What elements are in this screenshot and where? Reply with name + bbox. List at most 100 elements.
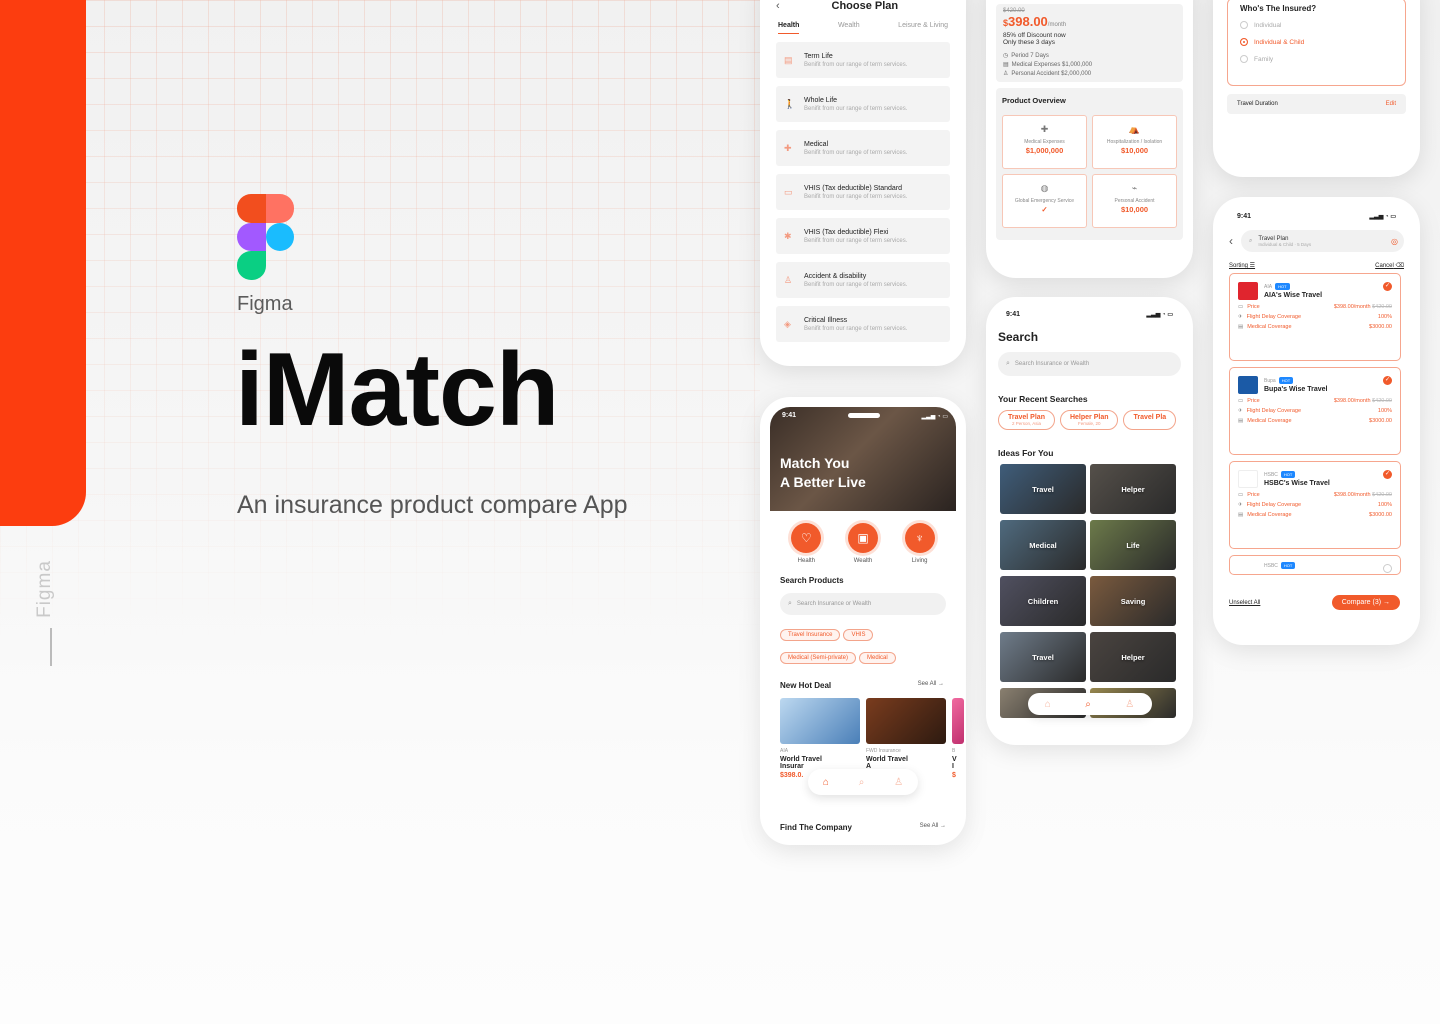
compare-plan-card[interactable]: ✓ AIA HOT AIA's Wise Travel ▭ Price $398.00/mo… (1229, 273, 1401, 361)
accent-bar (0, 0, 86, 526)
category-button[interactable]: ♆ Living (904, 523, 935, 564)
overview-title: Product Overview (1002, 96, 1066, 105)
product-chip[interactable]: Medical (Semi-private) (780, 652, 857, 664)
category-button[interactable]: ▣ Wealth (847, 523, 878, 564)
idea-tile[interactable]: Life (1090, 520, 1176, 570)
plan-item[interactable]: ▭ VHIS (Tax deductible) Standard Benifit f… (776, 174, 950, 210)
idea-tile[interactable]: Medical (1000, 520, 1086, 570)
card-icon: ▭ (784, 186, 793, 197)
product-chip[interactable]: Travel Insurance (780, 629, 841, 641)
profile-nav-icon[interactable]: ♙ (1125, 699, 1134, 710)
plan-item-desc: Benifit from our range of term services. (804, 193, 908, 200)
plan-item[interactable]: ▤ Term Life Benifit from our range of term… (776, 42, 950, 78)
see-all-link[interactable]: See All → (918, 681, 944, 690)
home-search-input[interactable]: ⌕ Search Insurance or Wealth (780, 593, 946, 615)
recent-search-chip[interactable]: Helper Plan Female, 20 (1059, 410, 1119, 430)
insured-option[interactable]: Individual (1240, 21, 1393, 29)
hero-line-2: A Better Live (780, 474, 866, 490)
checkbox-icon[interactable]: ✓ (1383, 282, 1392, 291)
idea-tile[interactable]: Children (1000, 576, 1086, 626)
recent-title: Your Recent Searches (998, 394, 1088, 404)
figma-logo-icon (237, 194, 294, 280)
idea-tile[interactable]: Saving (1090, 576, 1176, 626)
radio-icon[interactable] (1240, 55, 1248, 63)
product-detail-row: ◷ Period 7 Days (1003, 53, 1049, 59)
phone-product-detail: $420.00 $398.00/month 85% off Discount n… (986, 0, 1193, 278)
idea-tile[interactable]: Travel (1000, 464, 1086, 514)
ideas-title: Ideas For You (998, 448, 1054, 458)
search-products-title: Search Products (780, 576, 844, 585)
home-nav-icon[interactable]: ⌂ (1045, 699, 1051, 710)
plan-item-desc: Benifit from our range of term services. (804, 281, 908, 288)
phone-home: 9:41 ▂▃▅ ◔ ▭ Match You A Better Live ♡ He… (760, 397, 966, 845)
plan-item[interactable]: ✚ Medical Benifit from our range of term s… (776, 130, 950, 166)
cancel-link[interactable]: Cancel ⌫ (1375, 262, 1404, 269)
insured-option[interactable]: Family (1240, 55, 1393, 63)
product-chip[interactable]: Medical (859, 652, 896, 664)
edit-link[interactable]: Edit (1386, 101, 1396, 107)
overview-value: $10,000 (1120, 146, 1149, 155)
back-icon[interactable]: ‹ (1229, 234, 1233, 248)
category-button[interactable]: ♡ Health (791, 523, 822, 564)
deal-image (952, 698, 964, 744)
tab-wealth[interactable]: Wealth (838, 22, 860, 34)
idea-tile[interactable]: Helper (1090, 464, 1176, 514)
hero-banner: 9:41 ▂▃▅ ◔ ▭ Match You A Better Live (770, 407, 956, 511)
radio-icon[interactable] (1240, 38, 1248, 46)
compare-plan-card[interactable]: ✓ HSBC HOT HSBC's Wise Travel ▭ Price $398.00/… (1229, 461, 1401, 549)
idea-tile[interactable]: Helper (1090, 632, 1176, 682)
overview-label: Medical Expenses (1024, 139, 1065, 145)
overview-icon: ✚ (1040, 124, 1049, 134)
search-nav-icon[interactable]: ⌕ (1085, 699, 1091, 710)
profile-nav-icon[interactable]: ♙ (894, 777, 903, 788)
idea-tile[interactable]: Travel (1000, 632, 1086, 682)
checkbox-icon[interactable] (1383, 564, 1392, 573)
compare-row: ▤ Medical Coverage $3000.00 (1238, 418, 1392, 424)
deal-card[interactable]: B V I $ (952, 698, 964, 779)
compare-row: ▭ Price $398.00/month $420.00 (1238, 398, 1392, 404)
plan-name: Bupa's Wise Travel (1264, 386, 1328, 393)
plan-item[interactable]: ✱ VHIS (Tax deductible) Flexi Benifit from… (776, 218, 950, 254)
compare-row: ✈ Flight Delay Coverage 100% (1238, 314, 1392, 320)
company-logo-icon (1238, 470, 1258, 488)
filter-icon[interactable]: ◎ (1391, 237, 1398, 246)
plan-item[interactable]: ♙ Accident & disability Benifit from our r… (776, 262, 950, 298)
urgency-text: Only these 3 days (1003, 39, 1056, 46)
sorting-link[interactable]: Sorting ☰ (1229, 262, 1255, 269)
radio-icon[interactable] (1240, 21, 1248, 29)
travel-duration-row[interactable]: Travel Duration Edit (1227, 94, 1406, 114)
walking-icon: 🚶 (784, 98, 796, 109)
overview-label: Global Emergency Service (1014, 198, 1075, 204)
deal-card[interactable]: FWD Insurance World Travel A (866, 698, 946, 779)
unselect-all-link[interactable]: Unselect All (1229, 600, 1260, 606)
overview-value: $10,000 (1120, 205, 1149, 214)
plan-list: ▤ Term Life Benifit from our range of term… (776, 42, 950, 342)
compare-button[interactable]: Compare (3) → (1331, 595, 1400, 610)
home-nav-icon[interactable]: ⌂ (823, 777, 829, 788)
side-divider (50, 628, 52, 666)
compare-plan-card[interactable]: ✓ Bupa HOT Bupa's Wise Travel ▭ Price $398.00/… (1229, 367, 1401, 455)
see-all-company-link[interactable]: See All → (920, 823, 946, 832)
deal-card[interactable]: AIA World Travel Insurar $398.0. (780, 698, 860, 779)
insured-option[interactable]: Individual & Child (1240, 38, 1393, 46)
compare-plan-card[interactable]: HSBC HOT (1229, 555, 1401, 575)
plan-item-title: Whole Life (804, 96, 838, 104)
search-input[interactable]: ⌕ Search Insurance or Wealth (998, 352, 1181, 376)
plan-search-field[interactable]: ⌕ Travel Plan Individual & Child · 5 Day… (1241, 230, 1404, 252)
phone-insured: Who's The Insured? Individual Individual … (1213, 0, 1420, 177)
plan-item[interactable]: 🚶 Whole Life Benifit from our range of ter… (776, 86, 950, 122)
document-icon: ▤ (784, 54, 793, 65)
search-nav-icon[interactable]: ⌕ (859, 777, 865, 788)
overview-value: ✓ (1041, 205, 1048, 214)
recent-search-chip[interactable]: Travel Pla (1123, 410, 1177, 430)
checkbox-icon[interactable]: ✓ (1383, 376, 1392, 385)
plan-item[interactable]: ◈ Critical Illness Benifit from our range … (776, 306, 950, 342)
product-chip[interactable]: VHIS (843, 629, 874, 641)
tab-leisure[interactable]: Leisure & Living (898, 22, 948, 34)
recent-search-chip[interactable]: Travel Plan 2 Person, Asia (998, 410, 1055, 430)
company-logo-icon (1238, 562, 1258, 571)
plan-item-desc: Benifit from our range of term services. (804, 105, 908, 112)
tab-health[interactable]: Health (778, 22, 800, 34)
category-icon: ♆ (904, 523, 935, 553)
checkbox-icon[interactable]: ✓ (1383, 470, 1392, 479)
